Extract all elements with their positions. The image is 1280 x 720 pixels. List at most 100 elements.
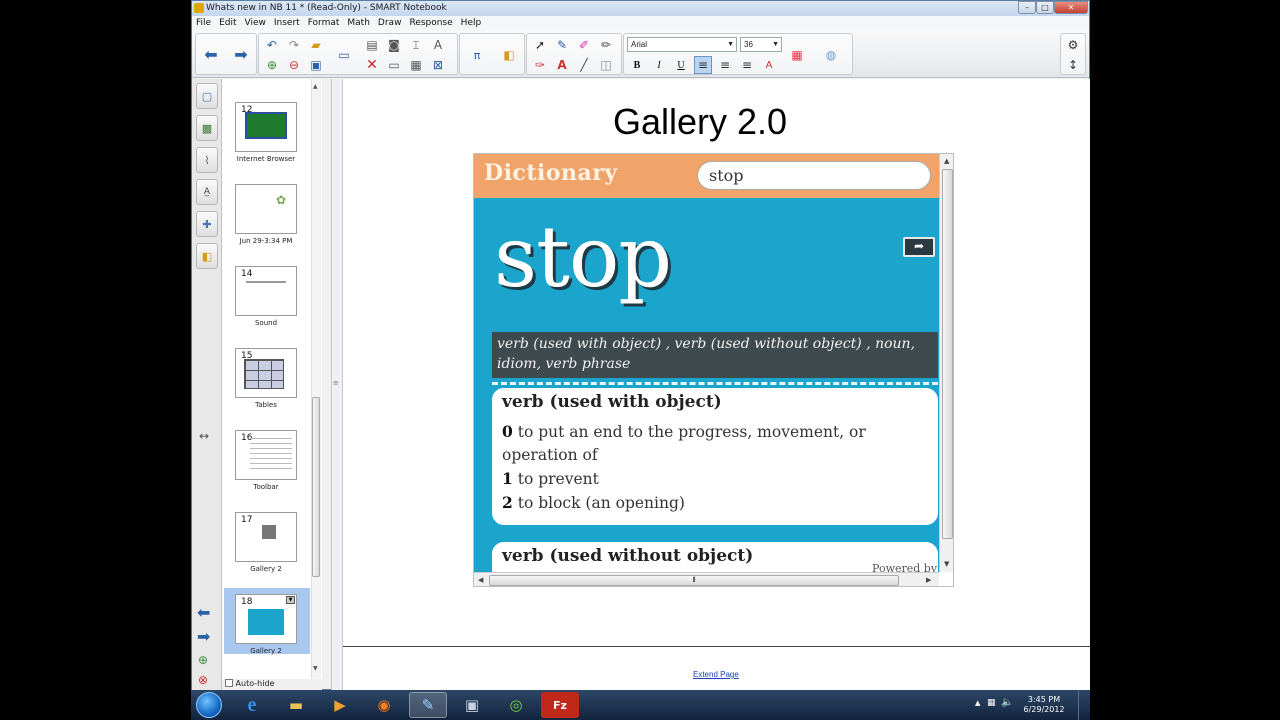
align-left-icon[interactable]: ≡ [694,56,712,74]
scrollbar-thumb[interactable] [942,169,953,539]
previous-page-icon[interactable]: ⬅ [197,603,210,622]
gear-icon[interactable]: ⚙ [1064,36,1082,54]
magic-pen-icon[interactable]: ✏ [597,36,615,54]
close-icon[interactable]: ⊠ [429,56,447,74]
font-size-select[interactable]: 36 ▼ [740,37,782,52]
underline-button[interactable]: U [672,56,690,74]
dictionary-search-input[interactable]: stop [697,161,931,190]
text-options-icon[interactable]: A [760,56,778,74]
text-icon[interactable]: A [553,56,571,74]
font-family-select[interactable]: Arial ▼ [627,37,737,52]
menu-format[interactable]: Format [304,16,344,30]
spell-check-icon[interactable]: A [429,36,447,54]
next-page-icon[interactable]: ➡ [232,45,250,64]
scroll-right-icon[interactable]: ▶ [926,576,931,584]
eraser-icon[interactable]: ◫ [597,56,615,74]
scroll-up-icon[interactable]: ▲ [944,157,949,165]
resize-sidebar-icon[interactable]: ↔ [199,429,209,443]
scroll-up-icon[interactable]: ▲ [313,83,318,90]
menu-help[interactable]: Help [457,16,486,30]
page-thumbnail-12[interactable]: 12 [235,102,297,152]
close-button[interactable]: ✕ [1054,1,1088,14]
creative-pen-icon[interactable]: ✐ [575,36,593,54]
sorter-scrollbar[interactable]: ▲ ▼ [311,79,321,679]
document-camera-icon[interactable]: ⌶ [407,36,425,54]
highlighter-icon[interactable]: ✑ [531,56,549,74]
scroll-down-icon[interactable]: ▼ [313,665,318,672]
scroll-left-icon[interactable]: ◀ [478,576,483,584]
open-file-icon[interactable]: ▰ [307,36,325,54]
add-page-icon[interactable]: ⊕ [263,56,281,74]
menu-response[interactable]: Response [405,16,456,30]
network-app-icon[interactable]: ▣ [453,692,491,718]
pen-icon[interactable]: ✎ [553,36,571,54]
paste-icon[interactable]: ▤ [363,36,381,54]
page-sorter-tab-icon[interactable]: ▢ [196,83,218,109]
align-right-icon[interactable]: ≡ [738,56,756,74]
menu-file[interactable]: File [192,16,215,30]
share-icon[interactable]: ➦ [903,237,935,257]
dictionary-widget[interactable]: Dictionary stop stop ➦ verb (used with o… [473,153,954,587]
minimize-button[interactable]: – [1018,1,1036,14]
toolbar-position-icon[interactable]: ↕ [1064,56,1082,74]
math-tools-icon[interactable]: π [468,46,486,64]
undo-icon[interactable]: ↶ [263,36,281,54]
add-page-icon[interactable]: ⊕ [198,653,208,667]
save-icon[interactable]: ▣ [307,56,325,74]
scrollbar-thumb[interactable]: ⦀ [489,575,899,586]
smart-notebook-icon[interactable]: ✎ [409,692,447,718]
line-icon[interactable]: ╱ [575,56,593,74]
firefox-icon[interactable]: ◉ [365,692,403,718]
media-player-icon[interactable]: ▶ [321,692,359,718]
page-thumbnail-16[interactable]: 16 [235,430,297,480]
filezilla-icon[interactable]: Fz [541,692,579,718]
properties-tab-icon[interactable]: A̲ [196,179,218,205]
select-icon[interactable]: ➚ [531,36,549,54]
page-thumbnail-18[interactable]: 18 ▼ [235,594,297,644]
menu-insert[interactable]: Insert [270,16,304,30]
volume-icon[interactable]: 🔈 [1001,697,1013,708]
attachments-tab-icon[interactable]: ⌇ [196,147,218,173]
previous-page-icon[interactable]: ⬅ [202,45,220,64]
dictionary-horizontal-scrollbar[interactable]: ◀ ⦀ ▶ [474,572,939,586]
start-button[interactable] [196,692,222,718]
page-thumbnail-17[interactable]: 17 [235,512,297,562]
splitter-grip-icon[interactable]: ≡ [333,379,339,387]
page-canvas[interactable]: Gallery 2.0 stop ▼ Dictionary stop stop … [343,79,1090,691]
align-center-icon[interactable]: ≡ [716,56,734,74]
dreamweaver-icon[interactable]: ◎ [497,692,535,718]
menu-draw[interactable]: Draw [374,16,406,30]
next-page-icon[interactable]: ➡ [197,627,210,646]
splitter[interactable]: ≡ [331,79,343,691]
capture-icon[interactable]: ◙ [385,36,403,54]
menu-view[interactable]: View [241,16,270,30]
delete-page-icon[interactable]: ⊗ [198,673,208,687]
clock[interactable]: 3:45 PM 6/29/2012 [1019,695,1069,715]
menu-edit[interactable]: Edit [215,16,240,30]
auto-hide-checkbox[interactable] [225,679,233,687]
lesson-tab-icon[interactable]: ◧ [196,243,218,269]
show-desktop-button[interactable] [1078,690,1090,720]
thumbnail-menu-icon[interactable]: ▼ [286,596,295,604]
network-icon[interactable]: ▦ [987,698,996,708]
delete-page-icon[interactable]: ⊖ [285,56,303,74]
scrollbar-thumb[interactable] [312,397,320,577]
menu-math[interactable]: Math [343,16,374,30]
dictionary-vertical-scrollbar[interactable]: ▲ ▼ [939,154,953,572]
file-explorer-icon[interactable]: ▬ [277,692,315,718]
page-thumbnail-15[interactable]: 15 [235,348,297,398]
full-screen-icon[interactable]: ▭ [385,56,403,74]
table-icon[interactable]: ▦ [407,56,425,74]
show-hidden-icons-icon[interactable]: ▲ [975,699,980,707]
delete-icon[interactable]: ✕ [363,56,381,74]
screen-shade-icon[interactable]: ▭ [335,46,353,64]
page-thumbnail-13[interactable]: 13 ✿ [235,184,297,234]
fill-effects-icon[interactable]: ◍ [822,46,840,64]
extend-page-link[interactable]: Extend Page [693,670,739,679]
color-palette-icon[interactable]: ▦ [788,46,806,64]
lesson-activity-icon[interactable]: ◧ [500,46,518,64]
addons-tab-icon[interactable]: ✚ [196,211,218,237]
page-thumbnail-14[interactable]: 14 [235,266,297,316]
page-title[interactable]: Gallery 2.0 [613,101,798,143]
internet-explorer-icon[interactable]: e [233,692,271,718]
